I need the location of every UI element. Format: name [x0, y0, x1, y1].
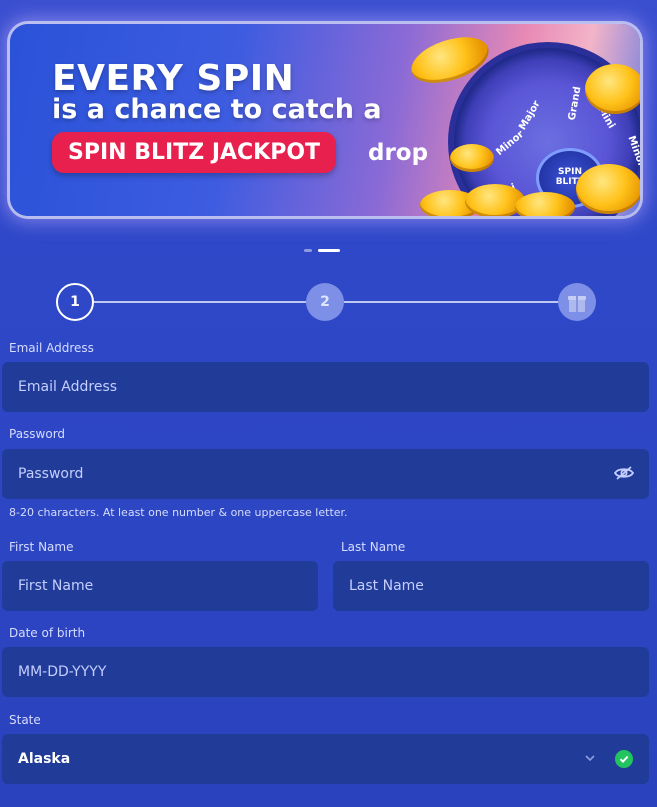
- dob-input[interactable]: [2, 647, 649, 697]
- carousel-dot-active[interactable]: [318, 249, 340, 252]
- banner-jackpot-pill: SPIN BLITZ JACKPOT: [52, 132, 337, 173]
- first-name-input[interactable]: [2, 561, 318, 611]
- password-hint: 8-20 characters. At least one number & o…: [9, 506, 348, 519]
- password-input[interactable]: [2, 449, 649, 499]
- coin-icon: [585, 64, 640, 114]
- email-label: Email Address: [9, 341, 94, 355]
- step-2: 2: [306, 283, 344, 321]
- wheel-label: Minor: [625, 134, 640, 169]
- step-3: [558, 283, 596, 321]
- eye-off-icon[interactable]: [614, 465, 634, 481]
- banner-headline: EVERY SPIN: [52, 58, 295, 99]
- wheel-label: Grand: [566, 85, 584, 122]
- chevron-down-icon[interactable]: [583, 751, 597, 765]
- step-1: 1: [56, 283, 94, 321]
- last-name-label: Last Name: [341, 540, 406, 554]
- banner-drop-text: drop: [368, 140, 429, 166]
- coin-icon: [515, 192, 575, 216]
- carousel-indicator: [304, 249, 340, 252]
- state-select[interactable]: Alaska: [2, 734, 649, 784]
- gift-icon: [568, 296, 586, 312]
- carousel-dot[interactable]: [304, 249, 312, 252]
- email-input[interactable]: [2, 362, 649, 412]
- promo-banner[interactable]: EVERY SPIN is a chance to catch a SPIN B…: [10, 24, 640, 216]
- last-name-input[interactable]: [333, 561, 649, 611]
- banner-subheadline: is a chance to catch a: [52, 94, 382, 125]
- coin-icon: [576, 164, 640, 214]
- first-name-label: First Name: [9, 540, 74, 554]
- wheel-label: Major: [517, 98, 543, 133]
- registration-stepper: 1 2: [56, 283, 596, 321]
- dob-label: Date of birth: [9, 626, 86, 640]
- stepper-connector: [94, 301, 306, 303]
- state-select-value: Alaska: [18, 751, 71, 767]
- state-label: State: [9, 713, 41, 727]
- coin-icon: [450, 144, 494, 172]
- stepper-connector: [344, 301, 558, 303]
- password-label: Password: [9, 427, 66, 441]
- valid-check-icon: [615, 750, 633, 768]
- wheel-label: Minor: [494, 128, 527, 159]
